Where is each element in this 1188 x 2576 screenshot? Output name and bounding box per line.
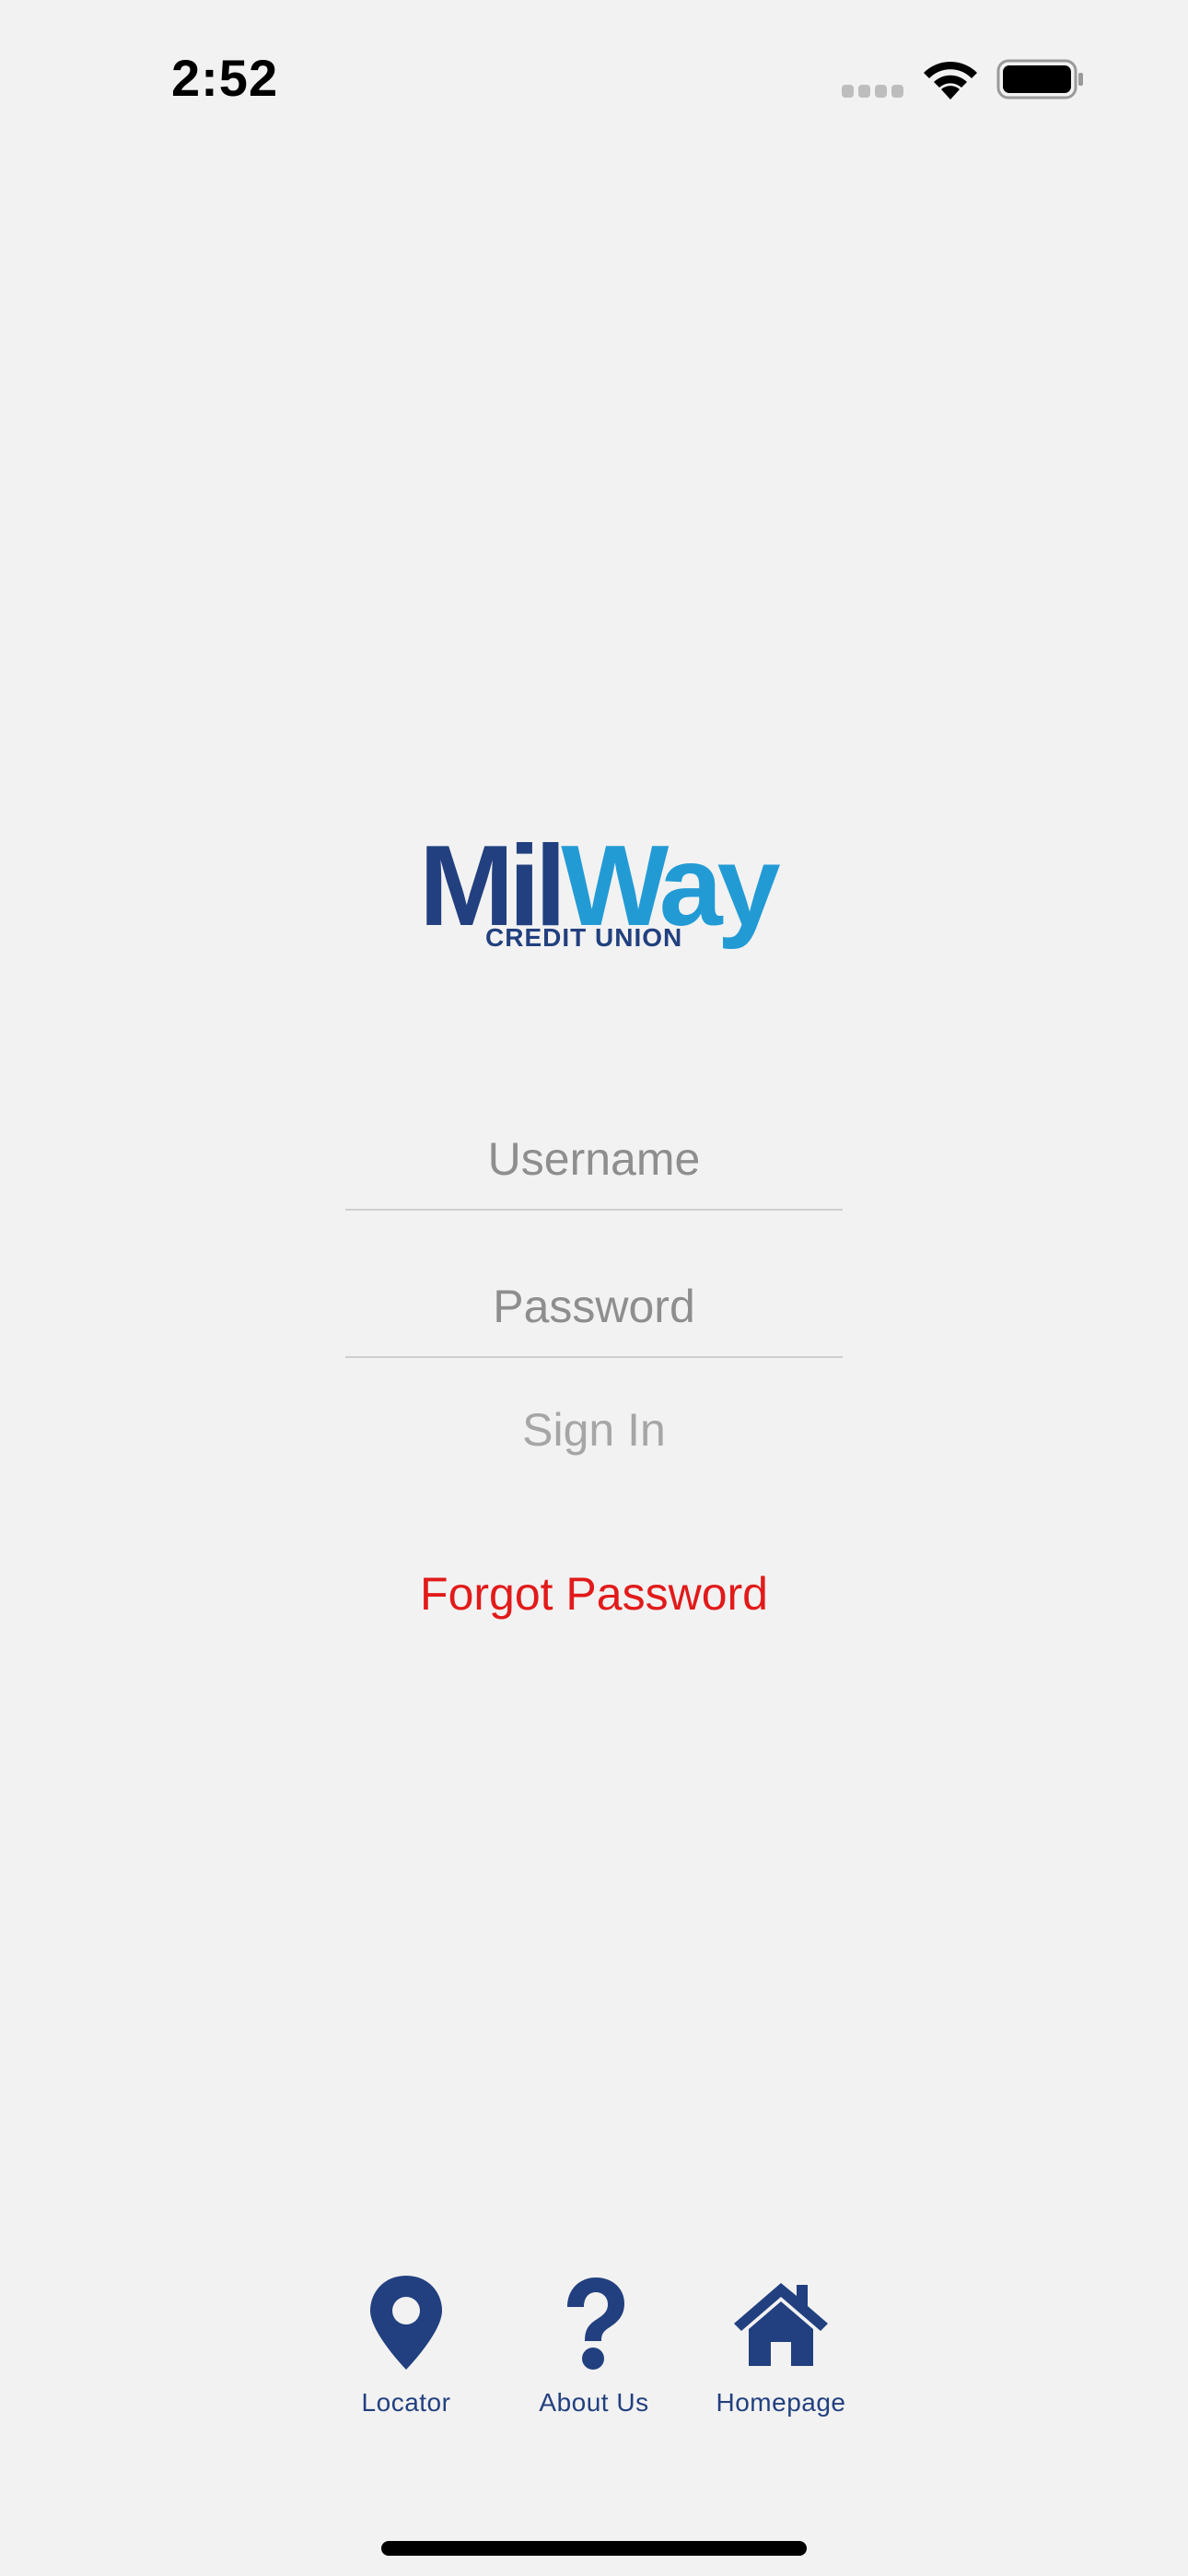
map-pin-icon (370, 2276, 442, 2370)
cellular-signal-icon (842, 85, 903, 98)
status-time: 2:52 (171, 49, 279, 107)
battery-icon (996, 59, 1083, 100)
question-mark-icon (567, 2277, 624, 2370)
nav-locator[interactable]: Locator (319, 2272, 494, 2429)
login-screen: 2:52 MilWay CREDIT UNION Sign In Forgot … (0, 0, 1188, 2576)
nav-about-us[interactable]: About Us (507, 2272, 681, 2429)
forgot-password-button[interactable]: Forgot Password (345, 1557, 843, 1631)
house-icon (734, 2283, 828, 2366)
nav-about-us-label: About Us (539, 2388, 649, 2417)
sign-in-button[interactable]: Sign In (345, 1393, 843, 1467)
home-indicator[interactable] (381, 2541, 807, 2556)
nav-homepage[interactable]: Homepage (693, 2272, 868, 2429)
logo-subtitle: CREDIT UNION (485, 923, 683, 952)
nav-homepage-label: Homepage (716, 2388, 846, 2417)
wifi-icon (924, 61, 977, 100)
username-input[interactable] (345, 1109, 843, 1211)
nav-locator-label: Locator (361, 2388, 451, 2417)
milway-logo: MilWay CREDIT UNION (419, 829, 781, 958)
password-input[interactable] (345, 1257, 843, 1358)
